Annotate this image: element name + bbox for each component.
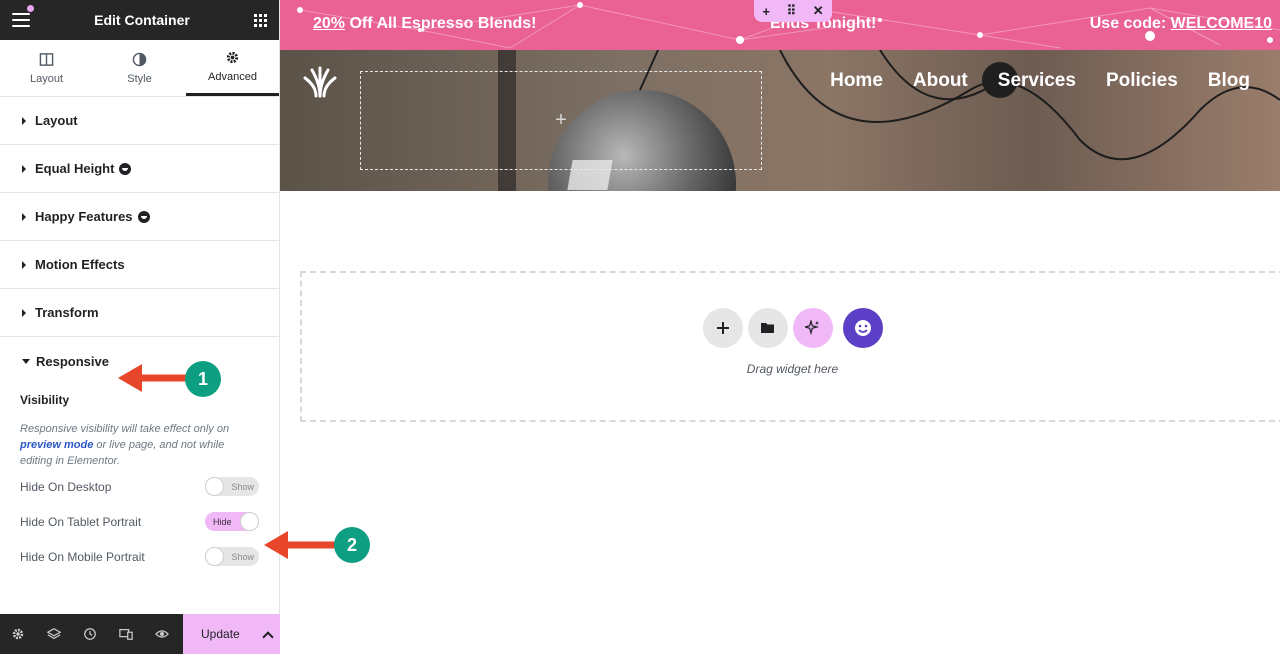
happy-face-icon <box>854 319 871 336</box>
gear-icon <box>226 51 239 64</box>
drag-handle-icon[interactable]: ⠿ <box>787 3 797 19</box>
style-icon <box>132 52 147 66</box>
update-label: Update <box>201 627 240 641</box>
nav-blog[interactable]: Blog <box>1208 70 1250 92</box>
promo-text-1: 20% Off All Espresso Blends! <box>313 15 536 33</box>
tab-style-label: Style <box>127 72 152 85</box>
toggle-state: Show <box>231 481 254 492</box>
tab-layout-label: Layout <box>29 72 64 85</box>
notification-dot <box>27 5 34 12</box>
section-happy-features[interactable]: Happy Features <box>0 193 279 241</box>
panel-footer: Update <box>0 614 280 654</box>
dropzone-actions <box>702 307 883 348</box>
plus-icon <box>716 321 729 334</box>
caret-down-icon <box>22 358 30 364</box>
container-toolbar: + ⠿ ✕ <box>754 0 832 22</box>
annotation-badge-2: 2 <box>334 527 370 563</box>
responsive-mode-icon[interactable] <box>108 614 144 654</box>
hide-mobile-toggle[interactable]: Show <box>205 547 259 566</box>
add-icon: + <box>555 109 567 131</box>
ai-generate-button[interactable] <box>792 307 833 348</box>
nav-about[interactable]: About <box>913 70 968 92</box>
dropzone-hint: Drag widget here <box>746 361 839 376</box>
section-label: Transform <box>35 305 99 320</box>
visibility-note: Responsive visibility will take effect o… <box>20 421 259 469</box>
update-button[interactable]: Update <box>183 614 280 654</box>
sparkle-icon <box>805 320 820 335</box>
tab-style[interactable]: Style <box>93 40 186 96</box>
promo-code-link[interactable]: WELCOME10 <box>1171 15 1272 32</box>
control-label: Hide On Tablet Portrait <box>20 514 142 529</box>
control-hide-mobile: Hide On Mobile Portrait Show <box>20 539 259 574</box>
main-nav: Home About Services Policies Blog <box>830 70 1250 92</box>
widget-dropzone[interactable]: Drag widget here <box>300 271 1280 422</box>
control-hide-desktop: Hide On Desktop Show <box>20 469 259 504</box>
nav-policies[interactable]: Policies <box>1106 70 1178 92</box>
responsive-panel: Visibility Responsive visibility will ta… <box>0 393 279 574</box>
toggle-state: Hide <box>213 516 232 527</box>
caret-right-icon <box>22 308 26 317</box>
hero-header: + Home About Services Policies Blog <box>280 50 1280 191</box>
caret-right-icon <box>22 116 26 125</box>
caret-right-icon <box>22 260 26 269</box>
section-equal-height[interactable]: Equal Height <box>0 145 279 193</box>
folder-icon <box>761 323 774 333</box>
section-label: Motion Effects <box>35 257 125 272</box>
preview-eye-icon[interactable] <box>144 614 180 654</box>
nav-home[interactable]: Home <box>830 70 883 92</box>
hide-desktop-toggle[interactable]: Show <box>205 477 259 496</box>
add-element-button[interactable]: + <box>762 4 770 19</box>
add-template-button[interactable] <box>747 307 788 348</box>
hide-tablet-toggle[interactable]: Hide <box>205 512 259 531</box>
settings-gear-icon[interactable] <box>0 614 36 654</box>
section-layout[interactable]: Layout <box>0 97 279 145</box>
toggle-state: Show <box>231 551 254 562</box>
tab-advanced[interactable]: Advanced <box>186 40 279 96</box>
promo-text-3: Use code: WELCOME10 <box>1090 15 1272 33</box>
preview-mode-link[interactable]: preview mode <box>20 439 93 451</box>
promo-rest: Off All Espresso Blends! <box>349 15 537 32</box>
happy-addons-icon <box>119 162 132 175</box>
layers-icon[interactable] <box>36 614 72 654</box>
nav-services[interactable]: Services <box>998 70 1076 92</box>
section-label: Responsive <box>36 353 109 369</box>
section-label: Equal Height <box>35 161 115 176</box>
annotation-badge-1: 1 <box>185 361 221 397</box>
preview-canvas: 20% Off All Espresso Blends! Ends Tonigh… <box>280 0 1280 654</box>
menu-icon[interactable] <box>12 13 30 27</box>
caret-right-icon <box>22 212 26 221</box>
caret-right-icon <box>22 164 26 173</box>
control-label: Hide On Mobile Portrait <box>20 549 145 564</box>
section-motion-effects[interactable]: Motion Effects <box>0 241 279 289</box>
note-prefix: Responsive visibility will take effect o… <box>20 423 230 435</box>
brand-logo-icon[interactable] <box>300 62 340 102</box>
layout-icon <box>39 52 54 66</box>
control-hide-tablet: Hide On Tablet Portrait Hide <box>20 504 259 539</box>
happy-addons-button[interactable] <box>842 307 883 348</box>
section-label: Happy Features <box>35 209 133 224</box>
tab-layout[interactable]: Layout <box>0 40 93 96</box>
toggle-knob <box>205 547 224 566</box>
section-label: Layout <box>35 113 78 128</box>
promo-discount-link[interactable]: 20% <box>313 15 345 32</box>
tab-advanced-label: Advanced <box>208 71 257 83</box>
section-transform[interactable]: Transform <box>0 289 279 337</box>
widgets-grid-icon[interactable] <box>254 13 267 27</box>
chevron-up-icon[interactable] <box>262 630 274 643</box>
panel-header: Edit Container <box>0 0 279 40</box>
delete-container-button[interactable]: ✕ <box>813 3 824 19</box>
editor-panel: Edit Container Layout Style Advanced Lay… <box>0 0 280 654</box>
empty-logo-container[interactable]: + <box>360 71 762 170</box>
history-icon[interactable] <box>72 614 108 654</box>
toggle-knob <box>240 512 259 531</box>
panel-title: Edit Container <box>94 12 190 28</box>
add-section-button[interactable] <box>702 307 743 348</box>
promo-code-prefix: Use code: <box>1089 15 1167 32</box>
panel-tabs: Layout Style Advanced <box>0 40 279 97</box>
happy-addons-icon <box>137 210 150 223</box>
control-label: Hide On Desktop <box>20 479 112 494</box>
toggle-knob <box>205 477 224 496</box>
